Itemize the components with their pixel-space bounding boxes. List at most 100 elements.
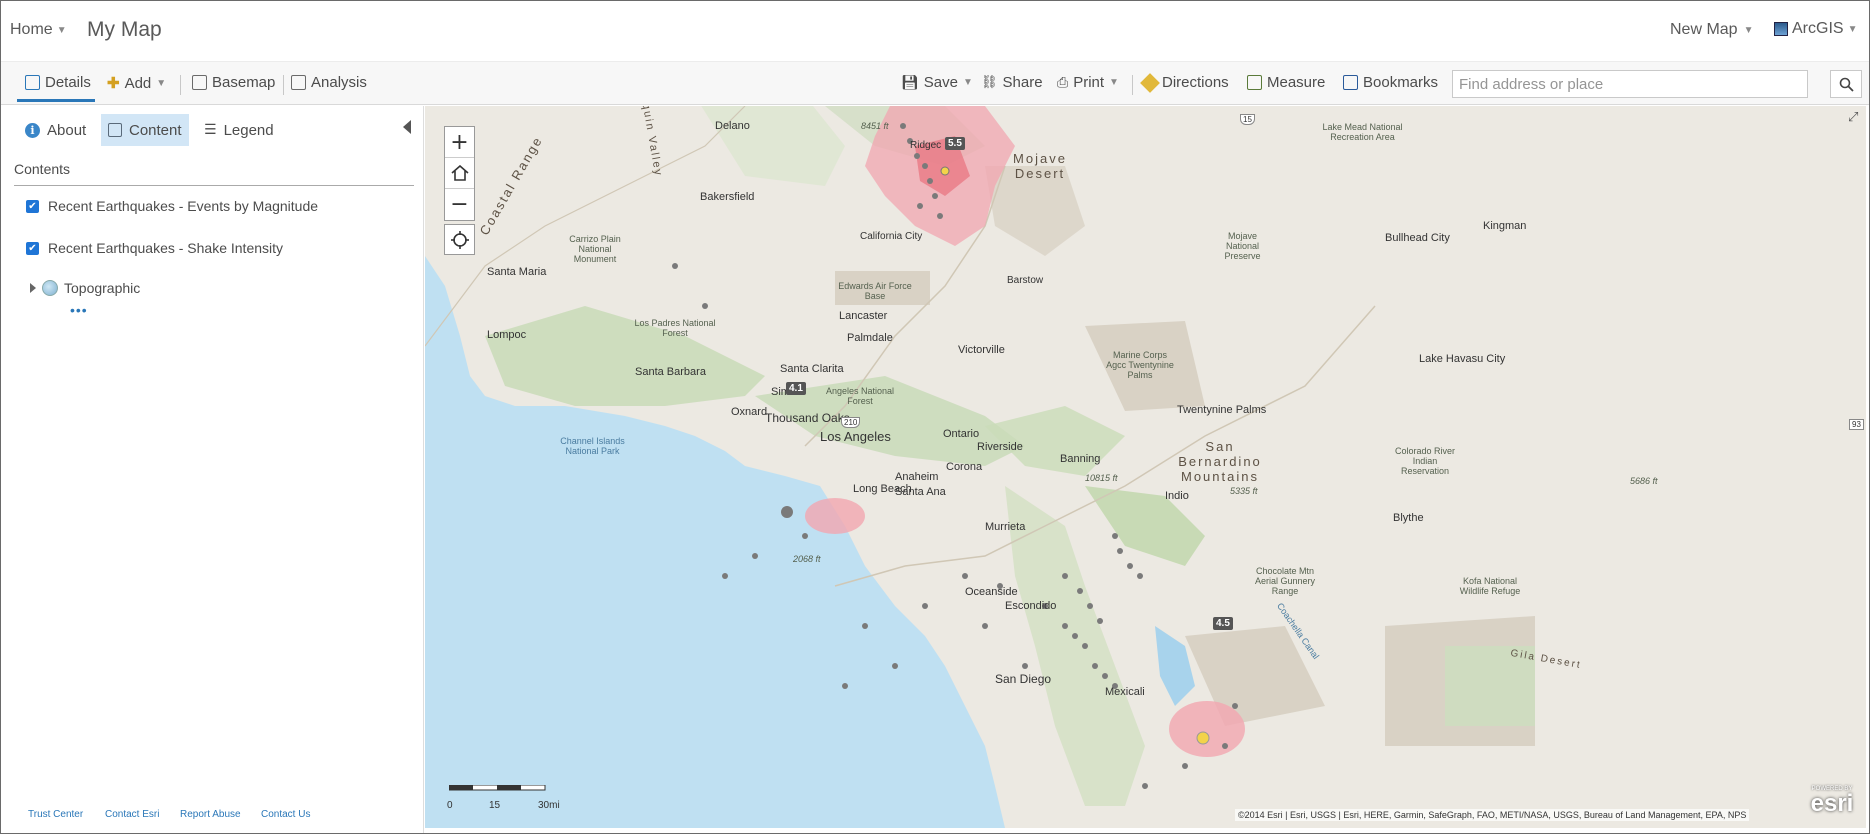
details-button[interactable]: Details [25,74,91,91]
account-label: ArcGIS [1792,20,1844,37]
printer-icon: ⎙ [1057,74,1069,91]
place-label: Oxnard [731,406,768,418]
esri-logo-text: esri [1810,790,1854,817]
terrain-area [485,306,765,406]
layer-checkbox[interactable]: ✔ [26,241,39,255]
footer-link-contact-us[interactable]: Contact Us [261,809,310,820]
chevron-down-icon: ▼ [56,24,67,36]
basemap-label: Basemap [212,74,276,91]
place-label: Bullhead City [1385,232,1450,244]
analysis-icon [291,75,306,90]
layer-name[interactable]: Topographic [64,280,140,296]
measure-button[interactable]: Measure [1247,74,1325,91]
toolbar-divider [180,75,181,95]
collapse-panel-icon[interactable] [403,120,411,134]
tab-content[interactable]: Content [101,114,189,146]
map-view[interactable]: Delano Bakersfield Santa Maria Lompoc Sa… [425,106,1866,828]
add-icon: ✚ [107,75,120,92]
area-label: Los Padres National Forest [634,318,716,338]
area-label: Lake Mead National Recreation Area [1322,122,1403,142]
place-label: Lompoc [487,329,527,341]
layer-item[interactable]: ✔ Recent Earthquakes - Events by Magnitu… [26,198,318,214]
region-label: Mojave Desert [1013,151,1067,181]
esri-logo[interactable]: POWERED BY esri [1804,786,1860,822]
legend-icon: ☰ [204,122,217,138]
fullscreen-icon[interactable]: ⤢ [1848,110,1858,125]
analysis-button[interactable]: Analysis [291,74,367,91]
add-label: Add [124,74,152,92]
zoom-in-button[interactable]: + [445,127,474,158]
place-label: Santa Barbara [635,366,706,378]
area-label: Marine Corps Agcc Twentynine Palms [1106,350,1174,380]
basemap-button[interactable]: Basemap [192,74,275,91]
region-label: San Bernardino Mountains [1178,439,1262,484]
earthquake-epicenter [1196,731,1210,745]
elevation-label: 10815 ft [1085,473,1118,483]
print-button[interactable]: ⎙ Print ▼ [1057,74,1119,91]
place-label: Kingman [1483,220,1527,232]
highway-shield-icon: 15 [1240,114,1255,125]
info-icon: i [25,122,40,138]
details-icon [25,75,40,90]
area-label: Mojave National Preserve [1224,231,1261,261]
place-label: Blythe [1393,512,1424,524]
tab-about[interactable]: i About [18,114,93,146]
details-panel: i About Content ☰ Legend Contents ✔ Rece… [0,106,424,834]
new-map-menu[interactable]: New Map ▼ [1670,21,1753,39]
place-label: Ridgec [910,140,942,151]
toolbar-divider [283,75,284,95]
scale-tick: 0 [447,800,453,811]
locate-button[interactable] [444,224,475,255]
place-label: Palmdale [847,332,893,344]
chevron-down-icon: ▼ [1109,77,1119,88]
expand-caret-icon[interactable] [30,283,36,293]
search-button[interactable] [1830,70,1862,98]
place-label: Santa Ana [895,486,946,498]
add-button[interactable]: ✚ Add ▼ [107,74,166,93]
save-button[interactable]: 💾︎ Save ▼ [901,74,973,91]
toolbar-divider [1132,75,1133,95]
place-label: Banning [1060,453,1101,465]
earthquake-epicenter [781,506,793,518]
terrain-area [701,106,845,186]
contents-title: Contents [14,161,71,177]
bookmarks-button[interactable]: Bookmarks [1343,74,1438,91]
footer-link-trust[interactable]: Trust Center [28,809,83,820]
quake-magnitude-label[interactable]: 5.5 [945,137,965,150]
account-menu[interactable]: ArcGIS ▼ [1774,20,1857,38]
search-box [1452,70,1813,98]
scale-tick: 15 [489,800,501,811]
footer-link-report-abuse[interactable]: Report Abuse [180,809,241,820]
place-label: Escondido [1005,600,1057,612]
more-options-icon[interactable]: ••• [70,302,88,318]
layer-name[interactable]: Recent Earthquakes - Events by Magnitude [48,198,318,214]
panel-tabs: i About Content ☰ Legend [0,114,424,146]
tab-about-label: About [47,121,87,139]
footer-link-contact-esri[interactable]: Contact Esri [105,809,159,820]
tab-legend[interactable]: ☰ Legend [197,114,281,146]
map-title[interactable]: My Map [87,18,162,42]
place-label: Santa Maria [487,266,547,278]
zoom-out-button[interactable]: − [445,189,474,220]
layer-checkbox[interactable]: ✔ [26,199,39,213]
share-button[interactable]: ⛓ Share [981,74,1043,91]
directions-button[interactable]: Directions [1140,72,1229,93]
search-input[interactable] [1453,71,1813,97]
place-label: Indio [1165,490,1189,502]
place-label: California City [860,231,923,242]
map-attribution[interactable]: ©2014 Esri | Esri, USGS | Esri, HERE, Ga… [1235,809,1750,821]
layer-name[interactable]: Recent Earthquakes - Shake Intensity [48,240,283,256]
home-menu[interactable]: Home ▼ [10,21,67,39]
home-extent-button[interactable] [445,158,474,189]
area-label: Angeles National Forest [825,386,895,406]
shake-intensity-area [1169,701,1245,757]
chevron-down-icon: ▼ [1847,23,1858,35]
quake-magnitude-label[interactable]: 4.5 [1213,617,1233,630]
quake-magnitude-label[interactable]: 4.1 [786,382,806,395]
layer-item-basemap[interactable]: Topographic [26,280,140,296]
layer-item[interactable]: ✔ Recent Earthquakes - Shake Intensity [26,240,283,256]
map-canvas [425,106,1535,828]
arcgis-logo-icon [1774,22,1788,36]
shake-intensity-area [805,498,865,534]
share-label: Share [1002,74,1043,91]
